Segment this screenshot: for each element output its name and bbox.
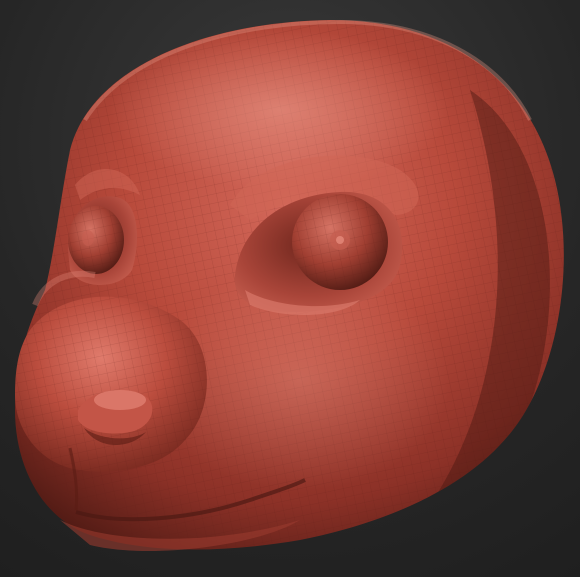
sculpt-render <box>15 19 564 551</box>
pupil-left <box>82 230 94 246</box>
viewport[interactable] <box>0 0 580 577</box>
nose-highlight <box>94 390 146 410</box>
